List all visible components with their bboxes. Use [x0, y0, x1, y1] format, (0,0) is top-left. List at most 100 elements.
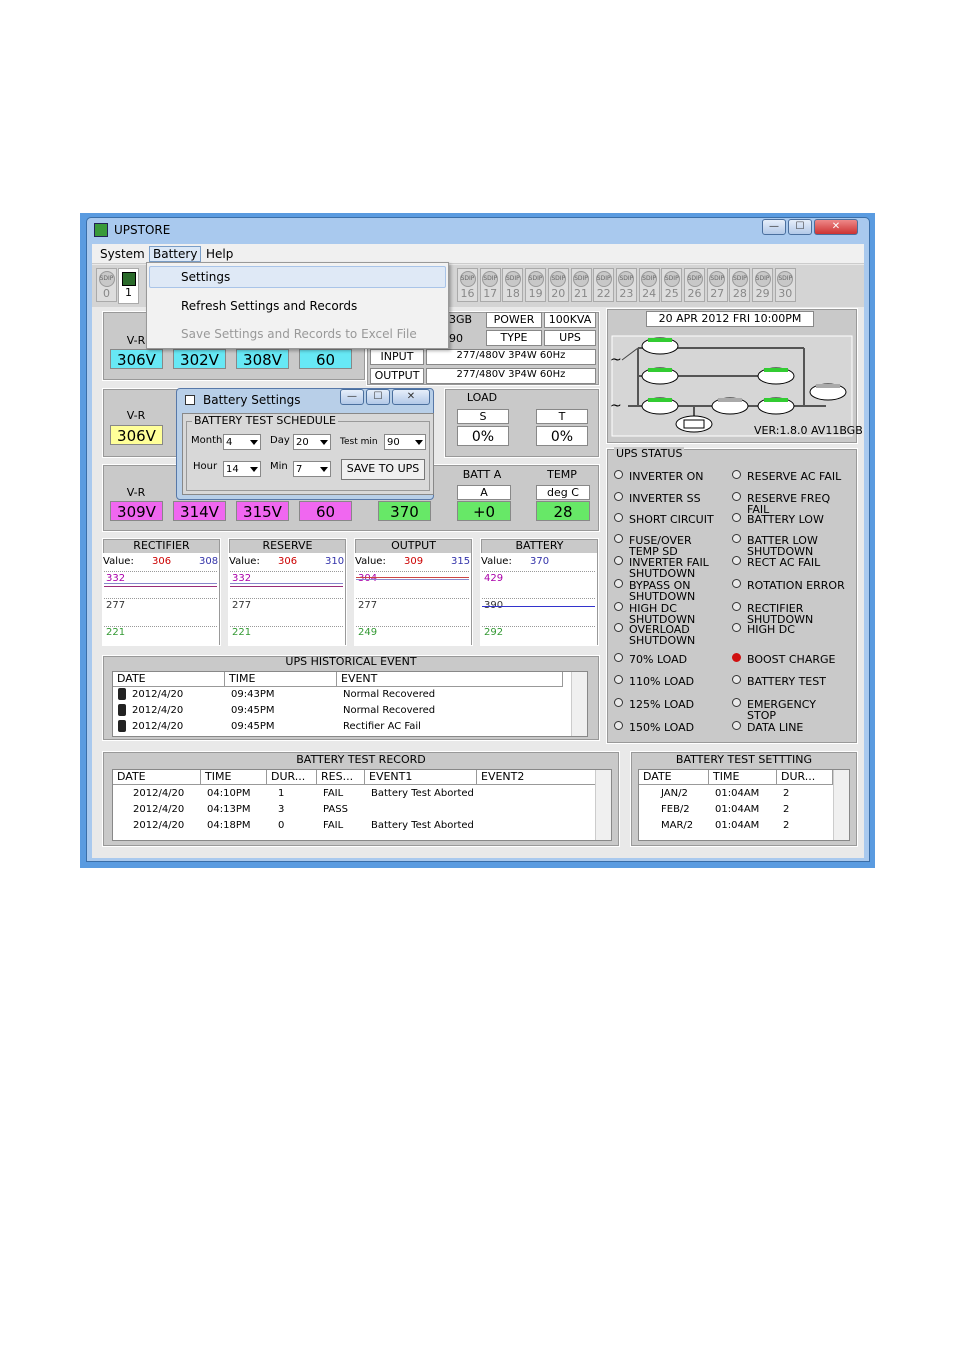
tab-25[interactable]: SDIP 25 [661, 268, 683, 302]
hour-label: Hour [193, 461, 218, 472]
info-partial-90: 90 [449, 332, 463, 345]
traffic-light-icon [116, 719, 128, 733]
test-record-scrollbar[interactable] [595, 770, 611, 840]
batt-a-label: BATT A [462, 468, 502, 481]
graph-value-1: 309 [404, 556, 424, 567]
test-setting-table: DATE TIME DUR... JAN/2 01:04AM 2 FEB/2 01:04… [638, 769, 850, 841]
sdip-icon: SDIP [573, 271, 589, 287]
graph-value-2: 310 [325, 556, 345, 567]
col-date[interactable]: DATE [113, 672, 225, 687]
traffic-light-icon [116, 687, 128, 701]
temp-sub: deg C [536, 485, 590, 500]
dialog-minimize-button[interactable]: — [340, 389, 364, 405]
tab-29[interactable]: SDIP 29 [752, 268, 774, 302]
test-setting-scrollbar[interactable] [833, 770, 849, 840]
tab-28[interactable]: SDIP 28 [729, 268, 751, 302]
tab-30[interactable]: SDIP 30 [774, 268, 796, 302]
hour-select[interactable]: 14 [223, 461, 261, 477]
status-high-dc: HIGH DC [747, 623, 795, 636]
tab-26[interactable]: SDIP 26 [684, 268, 705, 302]
menu-help[interactable]: Help [206, 247, 233, 261]
col-event[interactable]: EVENT [337, 672, 563, 687]
tab-label: 17 [483, 287, 498, 300]
tab-1[interactable]: 1 [118, 268, 139, 304]
status-battery-low: BATTERY LOW [747, 513, 824, 526]
sdip-icon: SDIP [98, 271, 115, 287]
status-fuse-over-temp-sd: FUSE/OVER TEMP SD [629, 534, 692, 558]
min-select[interactable]: 7 [293, 461, 331, 477]
testmin-value: 90 [387, 437, 400, 448]
reserve-switch-icon [641, 367, 679, 385]
col-event1[interactable]: EVENT1 [365, 770, 477, 785]
temp-value: 28 [536, 501, 590, 521]
col-event2[interactable]: EVENT2 [477, 770, 597, 785]
maximize-button[interactable]: ☐ [788, 219, 812, 235]
datetime-display: 20 APR 2012 FRI 10:00PM [646, 311, 814, 327]
tab-19[interactable]: SDIP 19 [525, 268, 547, 302]
graph-value-label: Value: [355, 556, 386, 567]
col-result[interactable]: RES... [317, 770, 365, 785]
tab-16[interactable]: SDIP 16 [457, 268, 478, 302]
graph-title: RESERVE [262, 539, 313, 552]
col-time[interactable]: TIME [709, 770, 777, 785]
output-v1: 309V [110, 501, 163, 521]
col-duration[interactable]: DUR... [777, 770, 833, 785]
col-time[interactable]: TIME [201, 770, 267, 785]
col-duration[interactable]: DUR... [267, 770, 317, 785]
tab-label: 21 [574, 287, 588, 300]
sdip-icon: SDIP [550, 271, 567, 287]
load-s-label: S [457, 409, 509, 424]
status-led [732, 513, 741, 522]
sdip-icon: SDIP [595, 271, 612, 287]
test-record-table: DATE TIME DUR... RES... EVENT1 EVENT2 20… [112, 769, 612, 841]
record-cell: Battery Test Aborted [371, 788, 474, 799]
dialog-maximize-button[interactable]: ☐ [366, 389, 390, 405]
testmin-select[interactable]: 90 [384, 434, 426, 450]
menu-item-settings[interactable]: Settings [181, 270, 230, 284]
graph-value-label: Value: [481, 556, 512, 567]
graph-value-2: 308 [199, 556, 219, 567]
tab-17[interactable]: SDIP 17 [479, 268, 501, 302]
month-label: Month [191, 435, 223, 446]
min-value: 7 [296, 464, 303, 475]
col-time[interactable]: TIME [225, 672, 337, 687]
month-select[interactable]: 4 [223, 434, 261, 450]
col-date[interactable]: DATE [113, 770, 201, 785]
status-boost-charge: BOOST CHARGE [747, 653, 836, 666]
record-cell: 04:13PM [207, 804, 251, 815]
tab-21[interactable]: SDIP 21 [570, 268, 592, 302]
status-led [614, 556, 623, 565]
col-date[interactable]: DATE [639, 770, 709, 785]
graph-series-line [356, 577, 469, 578]
tab-20[interactable]: SDIP 20 [547, 268, 569, 302]
save-to-ups-button[interactable]: SAVE TO UPS [341, 459, 425, 480]
min-label: Min [270, 461, 288, 472]
tab-27[interactable]: SDIP 27 [706, 268, 728, 302]
sdip-icon: SDIP [686, 271, 703, 287]
dialog-close-button[interactable]: ✕ [392, 389, 430, 405]
status-bypass-on-shutdown: BYPASS ON SHUTDOWN [629, 579, 696, 603]
close-button[interactable]: ✕ [814, 219, 858, 235]
status-reserve-ac-fail: RESERVE AC FAIL [747, 470, 842, 483]
tab-label: 1 [125, 286, 132, 299]
history-scrollbar[interactable] [571, 672, 587, 736]
record-cell: 2012/4/20 [133, 788, 185, 799]
menu-system[interactable]: System [100, 247, 145, 261]
static-switch-icon [757, 367, 795, 385]
tab-24[interactable]: SDIP 24 [638, 268, 660, 302]
status-led [614, 534, 623, 543]
output-label: OUTPUT [370, 368, 424, 384]
menu-battery[interactable]: Battery [149, 246, 202, 262]
tab-18[interactable]: SDIP 18 [502, 268, 524, 302]
tab-label: 16 [460, 287, 475, 300]
menu-item-refresh[interactable]: Refresh Settings and Records [181, 299, 357, 313]
graph-mid-scale: 277 [358, 600, 378, 611]
day-select[interactable]: 20 [293, 434, 331, 450]
version-label: VER:1.8.0 AV11BGB [754, 424, 863, 437]
history-date: 2012/4/20 [132, 705, 184, 716]
minimize-button[interactable]: — [762, 219, 786, 235]
menu-item-save-excel[interactable]: Save Settings and Records to Excel File [181, 327, 417, 341]
tab-23[interactable]: SDIP 23 [615, 268, 637, 302]
tab-22[interactable]: SDIP 22 [593, 268, 615, 302]
tab-0[interactable]: SDIP 0 [96, 268, 117, 302]
